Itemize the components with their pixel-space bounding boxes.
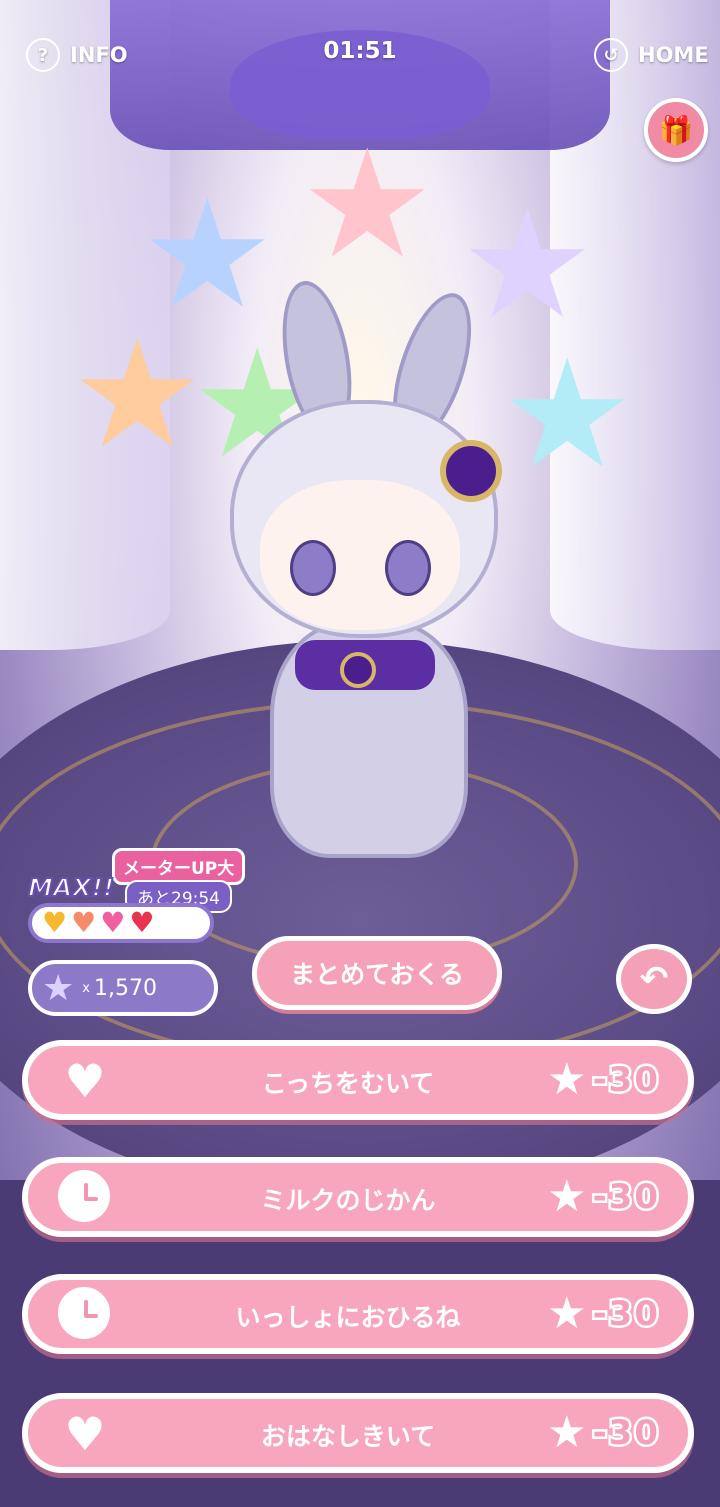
star-icon: ★: [547, 1407, 587, 1458]
cost-value: -30: [590, 1411, 660, 1456]
heart-red-icon: ♥: [129, 906, 155, 939]
left-eye: [290, 540, 336, 596]
cost-value: -30: [590, 1058, 660, 1103]
action-button-milk[interactable]: ミルクのじかん ★ -30: [22, 1157, 694, 1237]
action-cost: ★ -30: [547, 1288, 660, 1339]
action-label: いっしょにおひるね: [235, 1303, 461, 1332]
star-icon: ★: [547, 1171, 587, 1222]
action-cost: ★ -30: [547, 1407, 660, 1458]
brooch-gem: [340, 652, 376, 688]
hair-gem-ornament: [440, 440, 502, 502]
star-count: 1,570: [93, 975, 157, 1001]
question-icon: ?: [26, 38, 60, 72]
action-button-talk[interactable]: ♥ おはなしきいて ★ -30: [22, 1393, 694, 1473]
info-button[interactable]: ? INFO: [26, 38, 128, 72]
timer: 01:51: [323, 38, 397, 64]
star-icon: ★: [547, 1288, 587, 1339]
action-label: こっちをむいて: [261, 1069, 435, 1098]
star-icon: ★: [547, 1054, 587, 1105]
clock-icon: [58, 1170, 110, 1222]
back-arrow-icon: ↺: [594, 38, 628, 72]
character-face: [260, 480, 460, 630]
send-all-button[interactable]: まとめておくる: [252, 936, 502, 1010]
star-multiplier: x: [82, 980, 90, 996]
star-balloon-orange: ★: [70, 308, 205, 482]
heart-meter: ♥ ♥ ♥ ♥: [28, 903, 214, 943]
star-icon: ★: [42, 967, 75, 1009]
home-label: HOME: [638, 43, 709, 67]
action-button-look[interactable]: ♥ こっちをむいて ★ -30: [22, 1040, 694, 1120]
right-eye: [385, 540, 431, 596]
action-cost: ★ -30: [547, 1054, 660, 1105]
home-button[interactable]: ↺ HOME: [594, 38, 709, 72]
bunny-character[interactable]: [200, 275, 530, 910]
heart-icon: ♥: [64, 1407, 106, 1461]
clock-icon: [58, 1287, 110, 1339]
action-label: ミルクのじかん: [260, 1186, 436, 1215]
heart-orange-icon: ♥: [71, 906, 97, 939]
undo-button[interactable]: ↶: [616, 944, 692, 1014]
info-label: INFO: [70, 43, 128, 67]
star-balloon-pink: ★: [300, 118, 435, 292]
heart-icon: ♥: [64, 1054, 106, 1108]
gift-button[interactable]: 🎁: [644, 98, 708, 162]
gift-box-icon: 🎁: [658, 113, 694, 147]
cost-value: -30: [590, 1175, 660, 1220]
action-label: おはなしきいて: [260, 1422, 436, 1451]
action-button-nap[interactable]: いっしょにおひるね ★ -30: [22, 1274, 694, 1354]
action-cost: ★ -30: [547, 1171, 660, 1222]
send-all-label: まとめておくる: [290, 960, 464, 989]
heart-yellow-icon: ♥: [42, 906, 68, 939]
max-label: MAX!!: [27, 872, 115, 903]
undo-icon: ↶: [639, 959, 669, 999]
heart-pink-icon: ♥: [100, 906, 126, 939]
star-counter: ★ x 1,570: [28, 960, 218, 1016]
cost-value: -30: [590, 1292, 660, 1337]
